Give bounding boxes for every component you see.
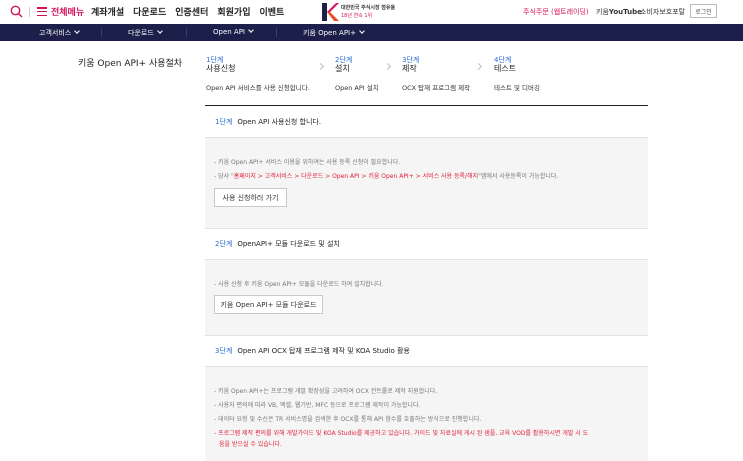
hamburger-icon[interactable] bbox=[37, 7, 47, 17]
step-description: 테스트 및 디버깅 bbox=[494, 84, 540, 92]
sub-nav: 고객서비스 다운로드 Open API 키움 Open API+ bbox=[0, 24, 743, 41]
subnav-divider bbox=[186, 28, 187, 37]
chevron-down-icon bbox=[248, 27, 254, 33]
section-title: OpenAPI+ 모듈 다운로드 및 설치 bbox=[237, 240, 340, 248]
section-2-heading: 2단계 OpenAPI+ 모듈 다운로드 및 설치 bbox=[215, 239, 340, 249]
step-number: 4단계 bbox=[494, 56, 512, 64]
section-3-bullet-highlight: 움을 받으실 수 있습니다. bbox=[219, 441, 282, 448]
section-step-number: 2단계 bbox=[215, 240, 233, 248]
section-title: Open API OCX 탑재 프로그램 제작 및 KOA Studio 활용 bbox=[237, 347, 410, 355]
logo-tagline-highlight: 18년 연속 1위 bbox=[341, 13, 373, 19]
search-icon[interactable] bbox=[10, 5, 23, 18]
subnav-label: Open API bbox=[213, 28, 245, 36]
chevron-down-icon bbox=[156, 28, 163, 34]
subnav-kiwoom-open-api-plus[interactable]: 키움 Open API+ bbox=[303, 28, 365, 38]
section-3-heading: 3단계 Open API OCX 탑재 프로그램 제작 및 KOA Studio … bbox=[215, 346, 410, 356]
logo-tagline: 대한민국 주식시장 점유율 bbox=[341, 5, 396, 11]
chevron-right-icon bbox=[474, 62, 483, 71]
step-number: 2단계 bbox=[335, 56, 353, 64]
page-title: 키움 Open API+ 사용절차 bbox=[78, 59, 183, 69]
bullet-text: - 당사 " bbox=[214, 173, 234, 180]
step-name: 사용신청 bbox=[206, 64, 236, 73]
youtube-prefix: 키움 bbox=[596, 8, 609, 16]
chevron-right-icon bbox=[316, 62, 325, 71]
section-1-bullet: - 당사 "홈페이지 > 고객서비스 > 다운로드 > Open API > 키… bbox=[214, 171, 558, 180]
nav-download[interactable]: 다운로드 bbox=[133, 8, 166, 18]
section-3-bullet: - 데이터 요청 및 수신은 TR 서비스명을 검색한 후 OCX를 통해 AP… bbox=[214, 416, 482, 423]
all-menu-button[interactable]: 전체메뉴 bbox=[51, 5, 84, 18]
subnav-label: 키움 Open API+ bbox=[303, 29, 356, 37]
section-step-number: 3단계 bbox=[215, 347, 233, 355]
nav-account-open[interactable]: 계좌개설 bbox=[91, 8, 124, 18]
content-top-rule bbox=[205, 105, 648, 106]
section-divider bbox=[205, 335, 648, 336]
step-name: 설치 bbox=[335, 64, 350, 73]
youtube-link[interactable]: 키움YouTube bbox=[596, 7, 642, 17]
chevron-down-icon bbox=[74, 28, 81, 34]
subnav-customer-service[interactable]: 고객서비스 bbox=[39, 28, 81, 38]
module-download-button[interactable]: 키움 Open API+ 모듈 다운로드 bbox=[214, 295, 323, 314]
top-header: 전체메뉴 계좌개설 다운로드 인증센터 회원가입 이벤트 대한민국 주식시장 점유율 1… bbox=[0, 0, 743, 24]
step-name: 테스트 bbox=[494, 64, 517, 73]
step-2: 2단계 설치 bbox=[335, 56, 352, 74]
section-step-number: 1단계 bbox=[215, 118, 233, 126]
nav-signup[interactable]: 회원가입 bbox=[217, 8, 250, 18]
step-number: 1단계 bbox=[206, 56, 224, 64]
section-divider bbox=[205, 228, 648, 229]
header-divider bbox=[29, 7, 30, 17]
section-2-bullet: - 사용 신청 후 키움 Open API+ 모듈을 다운로드 하여 설치합니다… bbox=[214, 281, 384, 288]
chevron-right-icon bbox=[383, 62, 392, 71]
step-1: 1단계 사용신청 bbox=[206, 56, 235, 74]
top-nav: 계좌개설 다운로드 인증센터 회원가입 이벤트 bbox=[91, 5, 293, 18]
chevron-down-icon bbox=[359, 28, 365, 34]
nav-cert-center[interactable]: 인증센터 bbox=[175, 8, 208, 18]
section-1-heading: 1단계 Open API 사용신청 합니다. bbox=[215, 117, 321, 127]
subnav-label: 다운로드 bbox=[128, 29, 154, 37]
menu-path-highlight: 홈페이지 > 고객서비스 > 다운로드 > Open API > 키움 Open… bbox=[233, 173, 479, 180]
login-button[interactable]: 로그인 bbox=[690, 4, 717, 18]
nav-event[interactable]: 이벤트 bbox=[260, 8, 285, 18]
step-description: OCX 탑재 프로그램 제작 bbox=[402, 84, 471, 92]
step-name: 제작 bbox=[402, 64, 417, 73]
bullet-text: "맵에서 사용등록이 가능합니다. bbox=[478, 173, 559, 180]
logo-k-icon[interactable] bbox=[321, 2, 339, 22]
youtube-brand: YouTube bbox=[608, 8, 642, 16]
subnav-divider bbox=[101, 28, 102, 37]
consumer-portal-link[interactable]: 소비자보호포탈 bbox=[640, 7, 685, 17]
section-3-bullet-highlight: - 프로그램 제작 편의를 위해 개발가이드 및 KOA Studio를 제공하… bbox=[214, 430, 589, 437]
subnav-download[interactable]: 다운로드 bbox=[128, 28, 163, 38]
section-1-body bbox=[205, 137, 648, 228]
step-3: 3단계 제작 bbox=[402, 56, 419, 74]
section-title: Open API 사용신청 합니다. bbox=[237, 118, 322, 126]
section-1-bullet: - 키움 Open API+ 서비스 이용을 위하여는 사용 등록 신청이 필요… bbox=[214, 159, 401, 166]
subnav-divider bbox=[276, 28, 277, 37]
step-description: Open API 서비스를 사용 신청합니다. bbox=[206, 84, 310, 92]
section-3-bullet: - 키움 Open API+는 프로그램 개발 확장성을 고려하여 OCX 컨트… bbox=[214, 388, 438, 395]
subnav-label: 고객서비스 bbox=[39, 29, 72, 37]
web-trading-link[interactable]: 주식주문 (웹트레이딩) bbox=[523, 7, 589, 17]
apply-usage-button[interactable]: 사용 신청하러 가기 bbox=[214, 188, 287, 207]
subnav-open-api[interactable]: Open API bbox=[213, 27, 254, 36]
step-4: 4단계 테스트 bbox=[494, 56, 516, 74]
section-3-bullet: - 사용자 편의에 따라 VB, 엑셀, 웹기반, MFC 등으로 프로그램 제… bbox=[214, 402, 421, 409]
step-description: Open API 설치 bbox=[335, 84, 379, 92]
step-number: 3단계 bbox=[402, 56, 420, 64]
